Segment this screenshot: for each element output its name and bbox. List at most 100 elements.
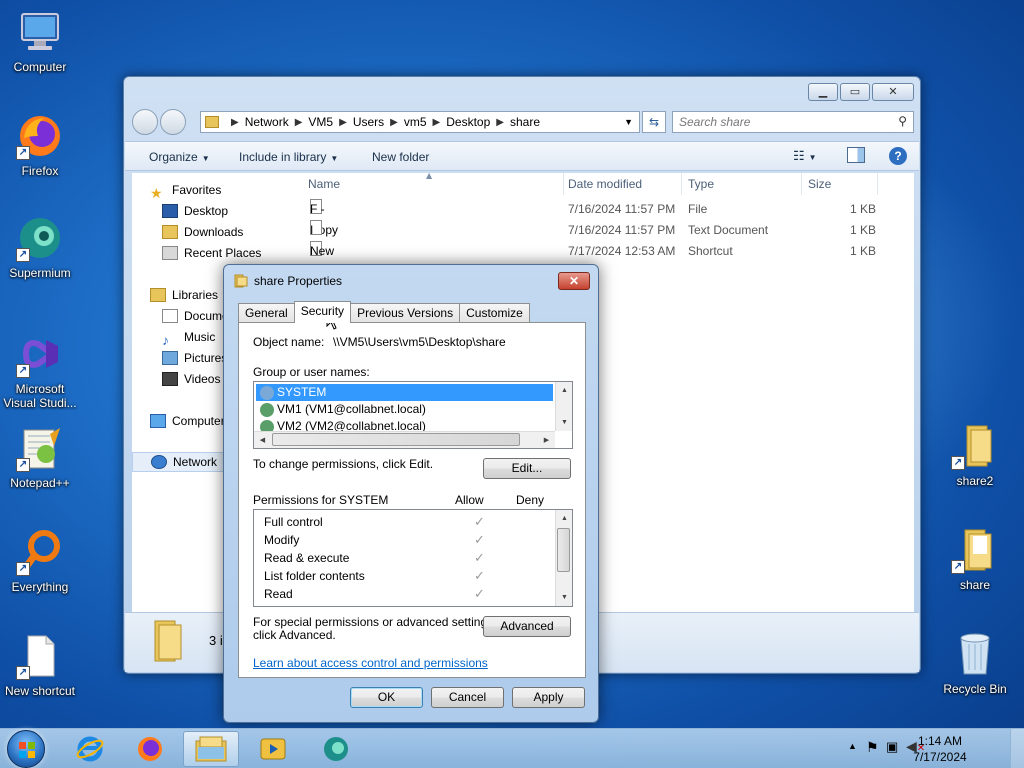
tab-customize[interactable]: Customize	[459, 303, 530, 323]
tab-previous-versions[interactable]: Previous Versions	[350, 303, 461, 323]
taskbar-media-player[interactable]	[245, 731, 301, 767]
nav-pictures[interactable]: Pictures	[162, 348, 227, 368]
scroll-up-icon[interactable]: ▲	[556, 510, 573, 527]
help-icon[interactable]: ?	[889, 147, 907, 165]
nav-computer[interactable]: Computer	[150, 411, 225, 431]
window-controls: ▁ ▭ ✕	[808, 83, 914, 101]
ok-button[interactable]: OK	[350, 687, 423, 708]
nav-libraries[interactable]: Libraries	[150, 285, 218, 305]
tab-security[interactable]: Security	[293, 301, 352, 323]
flag-icon[interactable]: ⚑	[866, 739, 879, 756]
table-row[interactable]: F - Copy 7/16/2024 11:57 PM File 1 KB	[290, 199, 914, 237]
breadcrumb-item[interactable]: vm5	[404, 115, 427, 129]
chevron-right-icon[interactable]: ▶	[295, 117, 303, 128]
view-options-button[interactable]: ☷ ▼	[793, 148, 817, 164]
file-date: 7/16/2024 11:57 PM	[568, 202, 676, 216]
desktop-icon-new-shortcut[interactable]: ↗ New shortcut	[0, 632, 80, 698]
dialog-tabs: General Security Previous Versions Custo…	[238, 301, 530, 323]
close-button[interactable]: ✕	[872, 83, 914, 101]
desktop-icon-share2[interactable]: ↗ share2	[935, 422, 1015, 488]
taskbar-firefox[interactable]	[122, 731, 178, 767]
scroll-up-icon[interactable]: ▲	[556, 382, 573, 399]
desktop-icon-everything[interactable]: ↗ Everything	[0, 528, 80, 594]
firefox-icon	[138, 737, 162, 761]
chevron-right-icon[interactable]: ▶	[390, 117, 398, 128]
tab-general[interactable]: General	[238, 303, 295, 323]
nav-recent-places[interactable]: Recent Places	[162, 243, 261, 263]
breadcrumb-item[interactable]: VM5	[308, 115, 333, 129]
list-item[interactable]: VM1 (VM1@collabnet.local)	[256, 401, 426, 418]
blank-file-icon: ↗	[16, 632, 64, 680]
nav-videos[interactable]: Videos	[162, 369, 220, 389]
scroll-thumb[interactable]	[272, 433, 520, 446]
desktop-icon-share[interactable]: ↗ share	[935, 526, 1015, 592]
nav-documents[interactable]: Docume	[162, 306, 229, 326]
chevron-right-icon[interactable]: ▶	[433, 117, 441, 128]
close-button[interactable]: ✕	[558, 272, 590, 290]
group-or-user-names-label: Group or user names:	[253, 365, 370, 379]
folder-icon: ↗	[951, 422, 999, 470]
scroll-thumb[interactable]	[557, 528, 570, 572]
maximize-button[interactable]: ▭	[840, 83, 870, 101]
nav-downloads[interactable]: Downloads	[162, 222, 243, 242]
advanced-button[interactable]: Advanced	[483, 616, 571, 637]
cancel-button[interactable]: Cancel	[431, 687, 504, 708]
minimize-button[interactable]: ▁	[808, 83, 838, 101]
clock[interactable]: 1:14 AM 7/17/2024	[908, 733, 972, 765]
chevron-right-icon[interactable]: ▶	[496, 117, 504, 128]
chevron-down-icon: ▼	[201, 154, 210, 163]
show-desktop-button[interactable]	[1010, 729, 1024, 768]
list-item[interactable]: SYSTEM	[256, 384, 553, 401]
permissions-list[interactable]: Full control ✓ Modify ✓ Read & execute ✓ Li…	[253, 509, 573, 607]
network-tray-icon[interactable]: ▣	[886, 739, 898, 755]
edit-button[interactable]: Edit...	[483, 458, 571, 479]
show-hidden-icons-icon[interactable]: ▲	[848, 741, 857, 751]
breadcrumb-item[interactable]: share	[510, 115, 540, 129]
search-input[interactable]: Search share ⚲	[672, 111, 914, 133]
scroll-down-icon[interactable]: ▼	[556, 589, 573, 606]
desktop-icon-recycle-bin[interactable]: Recycle Bin	[935, 630, 1015, 696]
nav-music[interactable]: ♪ Music	[162, 327, 215, 348]
scroll-left-icon[interactable]: ◀	[254, 432, 271, 449]
taskbar-file-explorer[interactable]	[183, 731, 239, 767]
column-header-type[interactable]: Type	[682, 173, 802, 195]
desktop-icon-firefox[interactable]: ↗ Firefox	[0, 112, 80, 178]
apply-button[interactable]: Apply	[512, 687, 585, 708]
start-button[interactable]	[7, 730, 45, 768]
column-header-size[interactable]: Size	[802, 173, 878, 195]
include-in-library-button[interactable]: Include in library ▼	[239, 150, 338, 164]
nav-desktop[interactable]: Desktop	[162, 201, 228, 221]
vertical-scrollbar[interactable]: ▲ ▼	[555, 510, 572, 606]
breadcrumb-item[interactable]: Users	[353, 115, 384, 129]
star-icon: ★	[150, 185, 163, 201]
desktop-icon-visual-studio[interactable]: ↗ Microsoft Visual Studi...	[0, 330, 80, 410]
preview-pane-button[interactable]	[847, 147, 865, 163]
column-header-date[interactable]: Date modified	[562, 173, 682, 195]
breadcrumb-item[interactable]: Desktop	[446, 115, 490, 129]
desktop-icon-notepadpp[interactable]: ↗ Notepad++	[0, 424, 80, 490]
breadcrumb-item[interactable]: Network	[245, 115, 289, 129]
scroll-down-icon[interactable]: ▼	[556, 414, 573, 431]
address-bar[interactable]: ▶ Network ▶ VM5 ▶ Users ▶ vm5 ▶ Desktop …	[200, 111, 640, 133]
search-icon[interactable]: ⚲	[898, 114, 907, 128]
new-folder-button[interactable]: New folder	[372, 150, 429, 164]
taskbar-supermium[interactable]	[308, 731, 364, 767]
taskbar-internet-explorer[interactable]	[62, 731, 118, 767]
table-row[interactable]: New shortcut 7/17/2024 12:53 AM Shortcut…	[290, 241, 914, 279]
chevron-right-icon[interactable]: ▶	[339, 117, 347, 128]
refresh-button[interactable]: ⇆	[642, 111, 666, 133]
horizontal-scrollbar[interactable]: ◀ ▶	[254, 431, 555, 448]
column-header-name[interactable]: Name	[302, 173, 564, 195]
back-button[interactable]	[132, 109, 158, 135]
user-list[interactable]: SYSTEM VM1 (VM1@collabnet.local) VM2 (VM…	[253, 381, 573, 449]
nav-favorites[interactable]: ★ Favorites	[150, 180, 221, 201]
forward-button[interactable]	[160, 109, 186, 135]
organize-button[interactable]: Organize ▼	[149, 150, 210, 164]
scroll-right-icon[interactable]: ▶	[538, 432, 555, 449]
desktop-icon-computer[interactable]: Computer	[0, 8, 80, 74]
desktop-icon-supermium[interactable]: ↗ Supermium	[0, 214, 80, 280]
learn-access-control-link[interactable]: Learn about access control and permissio…	[253, 656, 488, 670]
vertical-scrollbar[interactable]: ▲ ▼	[555, 382, 572, 431]
chevron-down-icon[interactable]: ▼	[624, 117, 633, 127]
table-row[interactable]: I 7/16/2024 11:57 PM Text Document 1 KB	[290, 220, 914, 241]
